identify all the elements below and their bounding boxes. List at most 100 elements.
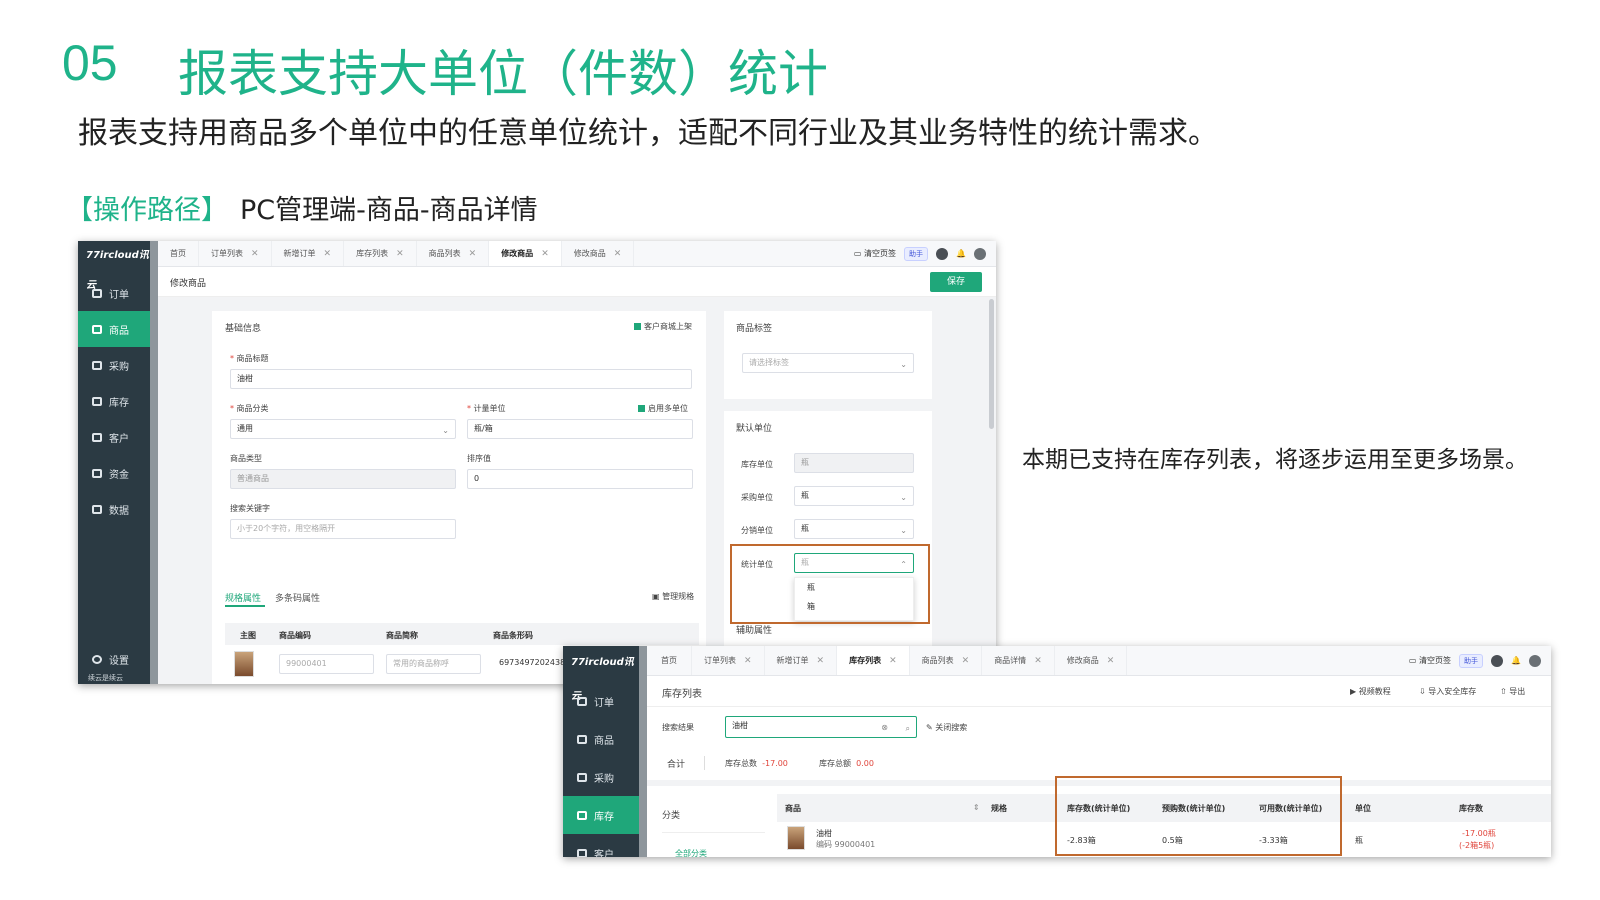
sidebar-item-customer[interactable]: 客户 bbox=[563, 834, 639, 857]
stock-unit-input: 瓶 bbox=[794, 453, 914, 473]
keyword-label: 搜索关键字 bbox=[230, 504, 270, 513]
help-icon[interactable] bbox=[1491, 654, 1504, 667]
spec-code-input[interactable]: 99000401 bbox=[279, 654, 374, 674]
spec-header-code: 商品编码 bbox=[279, 631, 311, 640]
checkbox-icon bbox=[638, 405, 645, 412]
all-category-item[interactable]: 全部分类 bbox=[675, 848, 707, 857]
purchase-unit-select[interactable]: 瓶 ⌄ bbox=[794, 486, 914, 506]
clear-icon: ⊗ bbox=[881, 723, 888, 732]
on-shelf-checkbox[interactable]: 客户商城上架 bbox=[634, 321, 692, 332]
shield-icon bbox=[92, 468, 102, 478]
inventory-icon bbox=[577, 810, 587, 820]
tab-new-order[interactable]: 新增订单 ✕ bbox=[765, 646, 838, 675]
save-button[interactable]: 保存 bbox=[930, 272, 982, 292]
sort-icon[interactable]: ⇕ bbox=[973, 803, 980, 812]
sidebar: 77ircloud讯云 订单 商品 采购 库存 客户 资金 数据 设置 续云是续… bbox=[78, 241, 150, 684]
sidebar-item-inventory[interactable]: 库存 bbox=[78, 383, 150, 419]
goods-icon bbox=[92, 324, 102, 334]
keyword-input[interactable]: 小于20个字符，用空格隔开 bbox=[230, 519, 456, 539]
helper-button[interactable]: 助手 bbox=[904, 246, 929, 261]
tab-goods-detail[interactable]: 商品详情 ✕ bbox=[982, 646, 1055, 675]
page-title: 修改商品 bbox=[170, 279, 207, 289]
tab-edit-goods-2[interactable]: 修改商品 ✕ bbox=[562, 241, 635, 266]
close-icon: ✕ bbox=[323, 248, 332, 259]
section-number: 05 bbox=[62, 35, 118, 91]
tab-order-list[interactable]: 订单列表 ✕ bbox=[692, 646, 765, 675]
sidebar-collapse-bar[interactable] bbox=[150, 241, 158, 684]
import-safety-stock-button[interactable]: ⇩ 导入安全库存 bbox=[1419, 686, 1476, 697]
tab-goods-list[interactable]: 商品列表 ✕ bbox=[910, 646, 983, 675]
logo: 77ircloud讯云 bbox=[86, 250, 149, 291]
spec-name-input[interactable]: 常用的商品称呼 bbox=[386, 654, 481, 674]
logo: 77ircloud讯云 bbox=[571, 657, 634, 702]
order-icon bbox=[92, 288, 102, 298]
category-select[interactable]: 通用 ⌄ bbox=[230, 419, 456, 439]
tab-edit-goods[interactable]: 修改商品 ✕ bbox=[489, 241, 562, 266]
avatar-icon[interactable] bbox=[1529, 654, 1541, 667]
tab-goods-list[interactable]: 商品列表 ✕ bbox=[417, 241, 490, 266]
clear-tabs-button[interactable]: ▭ 清空页签 bbox=[854, 248, 896, 259]
bell-icon[interactable]: 🔔 bbox=[956, 249, 966, 258]
col-spec: 规格 bbox=[991, 804, 1007, 813]
sort-input[interactable]: 0 bbox=[467, 469, 693, 489]
close-search-button[interactable]: ✎ 关闭搜索 bbox=[926, 722, 967, 733]
bell-icon[interactable]: 🔔 bbox=[1511, 656, 1521, 665]
close-icon: ✕ bbox=[613, 248, 622, 259]
video-tutorial-button[interactable]: ▶ 视频教程 bbox=[1350, 686, 1391, 697]
category-label: 商品分类 bbox=[230, 403, 269, 414]
sidebar-item-inventory[interactable]: 库存 bbox=[563, 796, 639, 834]
close-icon: ✕ bbox=[396, 248, 404, 259]
active-tab-underline bbox=[225, 605, 265, 607]
tab-multi-barcode[interactable]: 多条码属性 bbox=[275, 591, 320, 604]
tags-select[interactable]: 请选择标签 ⌄ bbox=[742, 353, 914, 373]
dist-unit-select[interactable]: 瓶 ⌄ bbox=[794, 519, 914, 539]
tab-inventory-list[interactable]: 库存列表 ✕ bbox=[837, 646, 910, 675]
tab-new-order[interactable]: 新增订单 ✕ bbox=[272, 241, 345, 266]
col-goods: 商品 bbox=[785, 804, 801, 813]
title-input[interactable]: 油柑 bbox=[230, 369, 692, 389]
unit-input[interactable]: 瓶/箱 bbox=[467, 419, 693, 439]
clear-tabs-button[interactable]: ▭ 清空页签 bbox=[1409, 655, 1451, 666]
sidebar-item-purchase[interactable]: 采购 bbox=[78, 347, 150, 383]
tags-heading: 商品标签 bbox=[736, 324, 773, 334]
product-thumbnail bbox=[787, 826, 805, 850]
sidebar-item-customer[interactable]: 客户 bbox=[78, 419, 150, 455]
type-label: 商品类型 bbox=[230, 454, 262, 463]
helper-button[interactable]: 助手 bbox=[1459, 653, 1484, 668]
close-icon: ✕ bbox=[541, 248, 549, 259]
sidebar-item-settings[interactable]: 设置 bbox=[78, 641, 150, 677]
sidebar-item-goods[interactable]: 商品 bbox=[563, 720, 639, 758]
user-icon bbox=[92, 432, 102, 442]
tab-spec-attributes[interactable]: 规格属性 bbox=[225, 591, 261, 604]
type-input: 普通商品 bbox=[230, 469, 456, 489]
sidebar-item-purchase[interactable]: 采购 bbox=[563, 758, 639, 796]
tab-order-list[interactable]: 订单列表 ✕ bbox=[199, 241, 272, 266]
manage-spec-button[interactable]: ▣ 管理规格 bbox=[652, 591, 694, 602]
close-icon: ✕ bbox=[1034, 655, 1042, 666]
user-icon bbox=[577, 848, 587, 857]
tab-inventory-list[interactable]: 库存列表 ✕ bbox=[344, 241, 417, 266]
tab-home[interactable]: 首页 bbox=[158, 241, 199, 266]
help-icon[interactable] bbox=[936, 247, 949, 260]
scrollbar[interactable] bbox=[989, 299, 994, 429]
multi-unit-toggle[interactable]: 启用多单位 bbox=[638, 403, 688, 414]
row-stock-detail: (-2箱5瓶) bbox=[1459, 841, 1495, 850]
search-icon: ⌕ bbox=[905, 724, 910, 733]
search-input[interactable]: 油柑 ⊗ ⌕ bbox=[725, 716, 917, 738]
tab-edit-goods[interactable]: 修改商品 ✕ bbox=[1055, 646, 1128, 675]
export-button[interactable]: ⇧ 导出 bbox=[1500, 686, 1525, 697]
sidebar-item-funds[interactable]: 资金 bbox=[78, 455, 150, 491]
purchase-unit-label: 采购单位 bbox=[741, 493, 773, 502]
slide-subtitle: 报表支持用商品多个单位中的任意单位统计，适配不同行业及其业务特性的统计需求。 bbox=[78, 116, 1218, 151]
sort-label: 排序值 bbox=[467, 454, 491, 463]
avatar-icon[interactable] bbox=[974, 247, 986, 260]
tags-card: 商品标签 请选择标签 ⌄ bbox=[724, 311, 932, 399]
col-stock: 库存数 bbox=[1459, 804, 1483, 813]
tab-home[interactable]: 首页 bbox=[647, 646, 692, 675]
sidebar-collapse-bar[interactable] bbox=[639, 646, 647, 857]
sidebar-item-data[interactable]: 数据 bbox=[78, 491, 150, 527]
spec-header-name: 商品简称 bbox=[386, 631, 418, 640]
sidebar-item-goods[interactable]: 商品 bbox=[78, 311, 150, 347]
row-goods-name[interactable]: 油柑 bbox=[816, 828, 832, 839]
tab-bar: 首页 订单列表 ✕ 新增订单 ✕ 库存列表 ✕ 商品列表 ✕ 修改商品 ✕ 修改商品 ✕ ▭… bbox=[158, 241, 996, 267]
